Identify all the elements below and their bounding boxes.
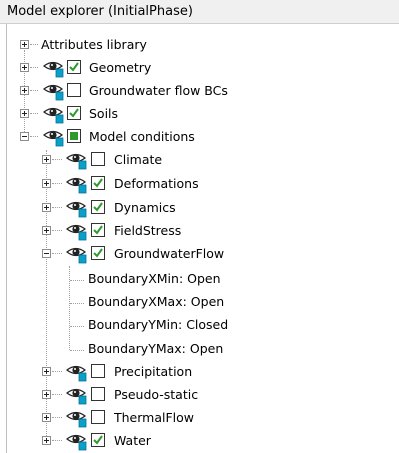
eye-icon[interactable] <box>66 385 88 405</box>
eye-icon[interactable] <box>66 198 88 218</box>
eye-icon[interactable] <box>66 221 88 241</box>
tree-guide-line <box>70 350 84 351</box>
eye-icon[interactable] <box>66 408 88 428</box>
expand-icon[interactable] <box>42 155 51 164</box>
climate-checkbox[interactable] <box>91 152 105 166</box>
tree-item-label: Geometry <box>89 60 152 75</box>
tree-item-label: Precipitation <box>114 364 193 379</box>
eye-icon[interactable] <box>66 174 88 194</box>
tree-item-groundwater-flow-bcs[interactable]: Groundwater flow BCs <box>0 80 399 103</box>
expand-icon[interactable] <box>20 109 29 118</box>
expand-icon[interactable] <box>42 367 51 376</box>
expand-icon[interactable] <box>42 203 51 212</box>
tree-item-label: Water <box>114 433 151 448</box>
eye-icon[interactable] <box>43 104 65 124</box>
expand-icon[interactable] <box>42 413 51 422</box>
tree-item-geometry[interactable]: Geometry <box>0 57 399 80</box>
eye-icon[interactable] <box>66 244 88 264</box>
expand-icon[interactable] <box>42 436 51 445</box>
expand-icon[interactable] <box>42 226 51 235</box>
eye-icon[interactable] <box>43 58 65 78</box>
tree-item-model-conditions[interactable]: Model conditions <box>0 126 399 149</box>
tree-item-pseudo-static[interactable]: Pseudo-static <box>0 384 399 407</box>
tree-item-attributes-library[interactable]: Attributes library <box>0 34 399 57</box>
tree-item-label: Pseudo-static <box>114 387 199 402</box>
eye-icon[interactable] <box>66 150 88 170</box>
panel-title-bar: Model explorer (InitialPhase) <box>0 0 399 24</box>
tree-guide-line <box>70 280 84 281</box>
tree-item-thermalflow[interactable]: ThermalFlow <box>0 407 399 430</box>
tree-guide-line <box>70 326 84 327</box>
model-conditions-checkbox[interactable] <box>67 129 81 143</box>
expand-icon[interactable] <box>42 179 51 188</box>
collapse-icon[interactable] <box>42 249 51 258</box>
tree-item-soils[interactable]: Soils <box>0 103 399 126</box>
eye-icon[interactable] <box>66 431 88 451</box>
expand-icon[interactable] <box>20 40 29 49</box>
expand-icon[interactable] <box>20 63 29 72</box>
tree-guide-line <box>70 303 84 304</box>
geometry-checkbox[interactable] <box>67 60 81 74</box>
panel-title: Model explorer (InitialPhase) <box>7 4 193 19</box>
dynamics-checkbox[interactable] <box>91 200 105 214</box>
fieldstress-checkbox[interactable] <box>91 223 105 237</box>
tree-item-deformations[interactable]: Deformations <box>0 173 399 196</box>
tree-item-label: Model conditions <box>89 129 195 144</box>
tree-item-label: Groundwater flow BCs <box>89 83 228 98</box>
eye-icon[interactable] <box>66 362 88 382</box>
tree-item-label: GroundwaterFlow <box>114 246 225 261</box>
property-boundary-xmax[interactable]: BoundaryXMax: Open <box>88 294 224 309</box>
tree-item-label: Climate <box>114 152 163 167</box>
tree-guide-line <box>69 266 70 350</box>
tree-item-label: Soils <box>89 106 119 121</box>
thermalflow-checkbox[interactable] <box>91 410 105 424</box>
property-boundary-xmin[interactable]: BoundaryXMin: Open <box>88 271 221 286</box>
expand-icon[interactable] <box>20 86 29 95</box>
precipitation-checkbox[interactable] <box>91 364 105 378</box>
tree-item-fieldstress[interactable]: FieldStress <box>0 220 399 243</box>
tree-item-label: ThermalFlow <box>114 410 195 425</box>
property-boundary-ymin[interactable]: BoundaryYMin: Closed <box>88 317 228 332</box>
tree-item-label: Dynamics <box>114 200 176 215</box>
tree-item-water[interactable]: Water <box>0 430 399 453</box>
expand-icon[interactable] <box>42 390 51 399</box>
eye-icon[interactable] <box>43 81 65 101</box>
tree-item-groundwaterflow[interactable]: GroundwaterFlow <box>0 243 399 266</box>
eye-icon[interactable] <box>43 127 65 147</box>
pseudo-static-checkbox[interactable] <box>91 387 105 401</box>
collapse-icon[interactable] <box>20 132 29 141</box>
tree-item-label: FieldStress <box>114 223 182 238</box>
tree-item-label: Attributes library <box>41 37 147 52</box>
deformations-checkbox[interactable] <box>91 176 105 190</box>
tree-item-dynamics[interactable]: Dynamics <box>0 197 399 220</box>
tree-item-label: Deformations <box>114 176 199 191</box>
groundwaterflow-checkbox[interactable] <box>91 246 105 260</box>
property-boundary-ymax[interactable]: BoundaryYMax: Open <box>88 341 223 356</box>
water-checkbox[interactable] <box>91 433 105 447</box>
tree-item-precipitation[interactable]: Precipitation <box>0 361 399 384</box>
tree-item-climate[interactable]: Climate <box>0 149 399 172</box>
groundwater-flow-bcs-checkbox[interactable] <box>67 83 81 97</box>
soils-checkbox[interactable] <box>67 106 81 120</box>
